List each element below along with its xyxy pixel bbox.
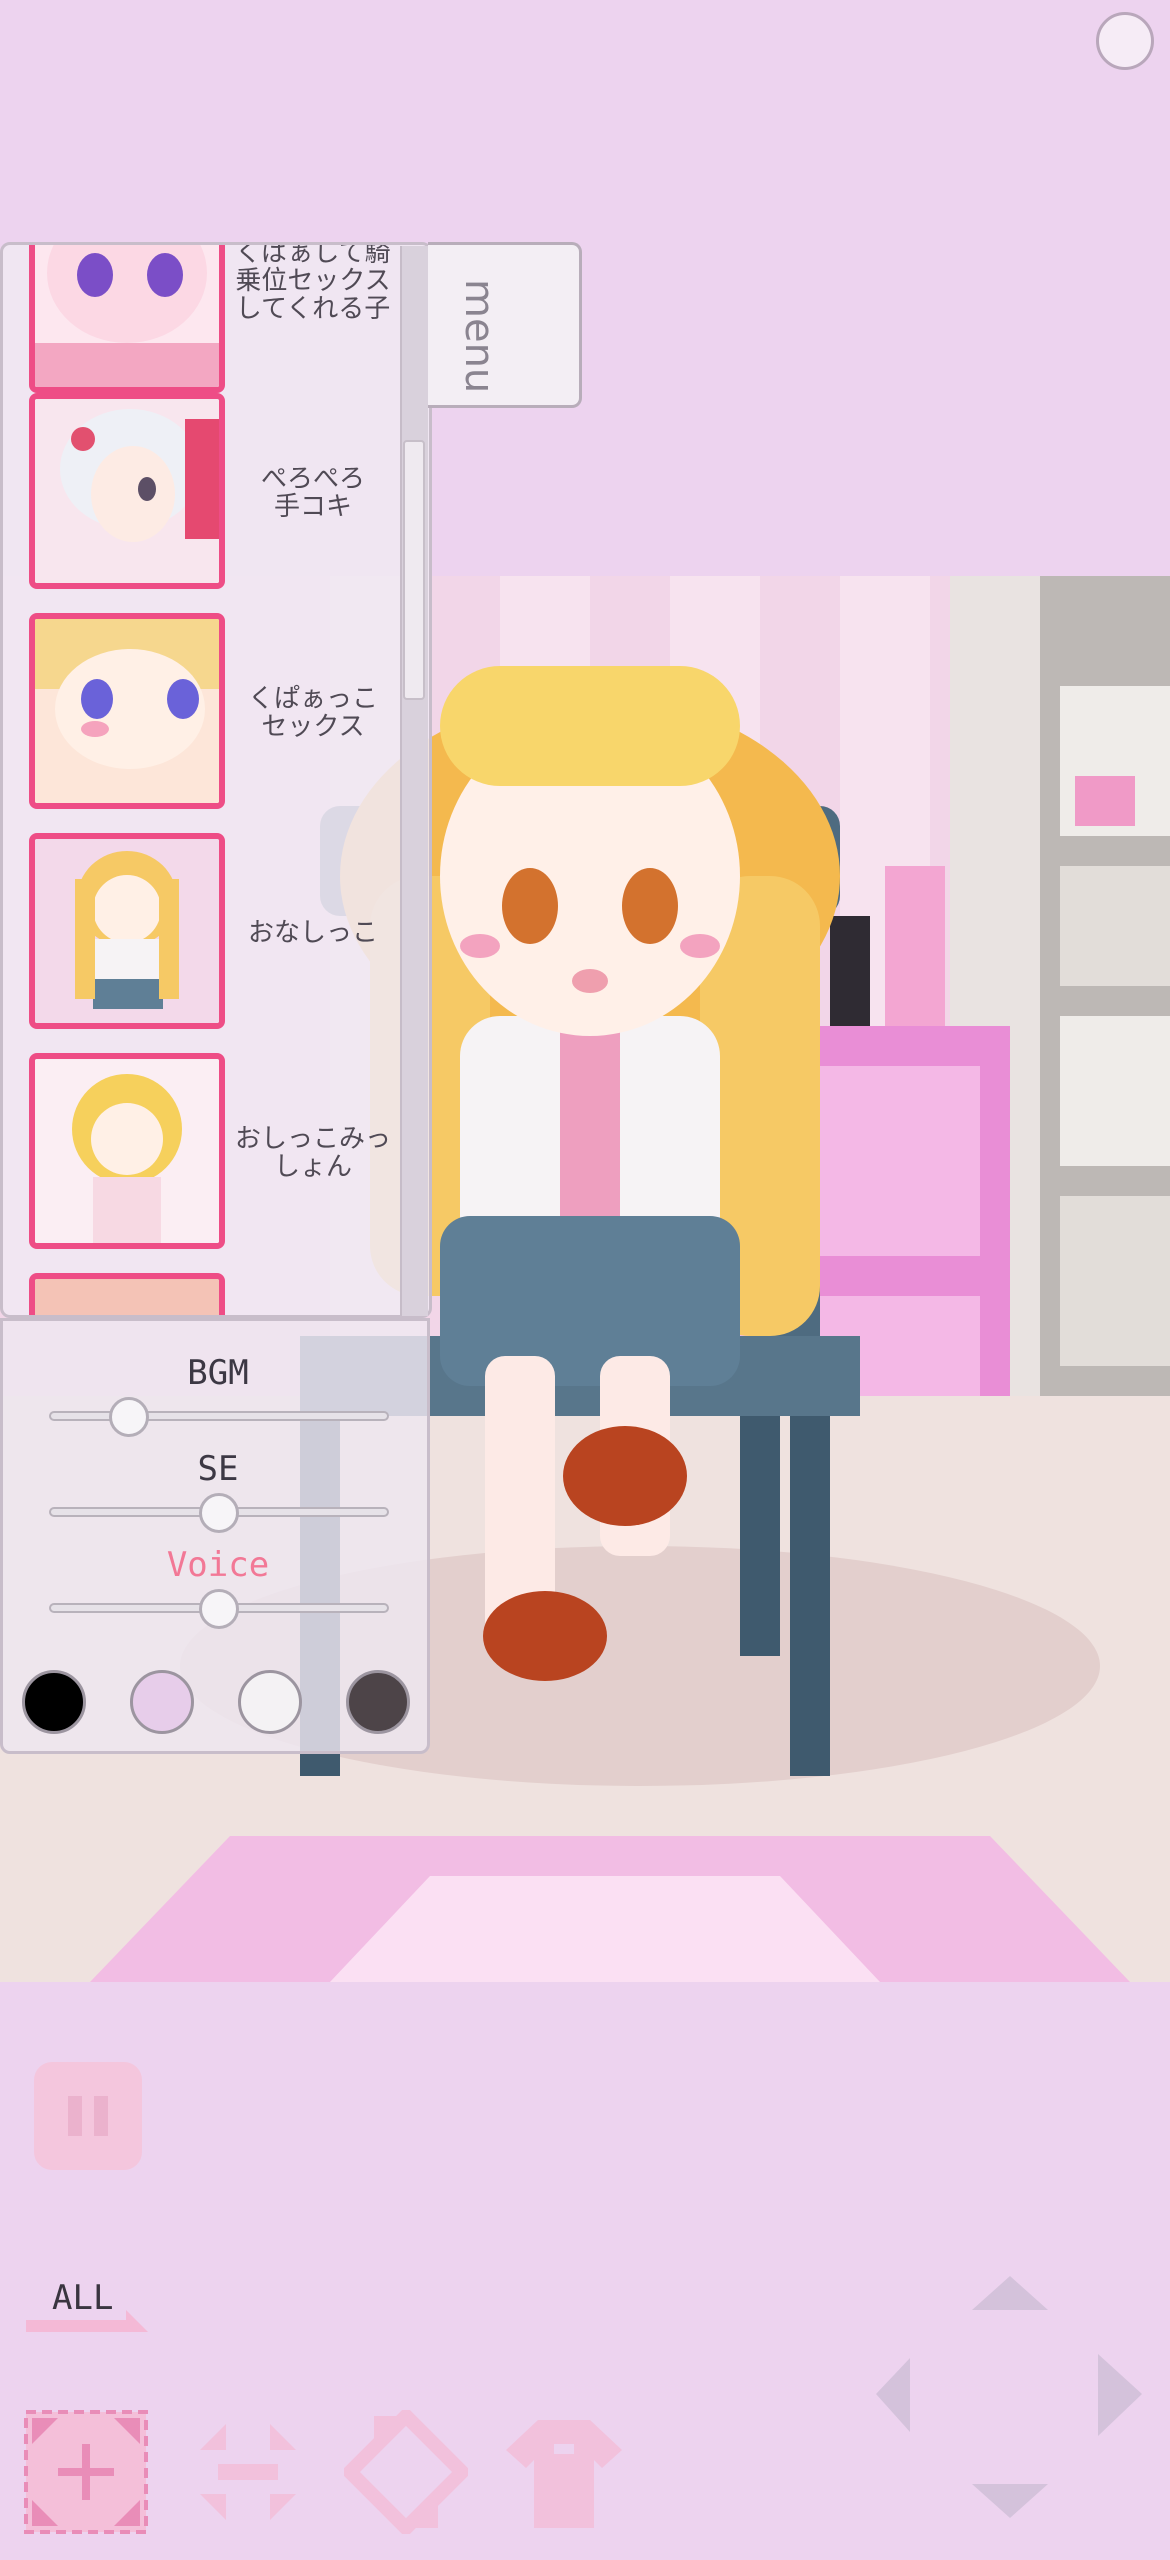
character-thumb-purple-eyes-icon [35, 245, 219, 387]
voice-label: Voice [166, 1545, 270, 1585]
pause-icon [68, 2096, 82, 2136]
arrow-right-icon[interactable] [1098, 2354, 1142, 2436]
character-thumb-blonde-sitting-icon [35, 839, 219, 1023]
scene-label-5[interactable]: おしっこみっ しょん [231, 1125, 395, 1181]
scene-label-2[interactable]: ぺろぺろ 手コキ [231, 465, 395, 521]
se-slider-knob[interactable] [199, 1493, 239, 1533]
rotate-icon [340, 2406, 472, 2538]
character-thumb-blonde-closeup-icon [35, 619, 219, 803]
character-thumb-partial-icon [35, 1279, 219, 1315]
dpad [876, 2276, 1142, 2518]
all-button-label: ALL [52, 2278, 114, 2318]
arrow-up-icon[interactable] [972, 2276, 1048, 2310]
shrink-button[interactable] [186, 2410, 310, 2534]
bgm-slider-knob[interactable] [109, 1397, 149, 1437]
se-label: SE [197, 1449, 239, 1489]
menu-tab-label: menu [456, 279, 502, 394]
bg-color-white-swatch[interactable] [238, 1670, 302, 1734]
list-scrollbar-thumb[interactable] [403, 440, 425, 700]
bg-color-dark-swatch[interactable] [346, 1670, 410, 1734]
pause-button[interactable] [34, 2062, 142, 2170]
scene-list-panel[interactable]: くぱぁして騎 乗位セックス してくれる子 ぺろぺろ 手コキ くぱぁっこ セックス [0, 242, 432, 1318]
menu-tab-button[interactable]: menu [428, 242, 582, 408]
bgm-label: BGM [187, 1353, 249, 1393]
shrink-icon [200, 2424, 296, 2520]
scene-label-4[interactable]: おなしっこ [231, 919, 395, 947]
arrow-left-icon[interactable] [876, 2358, 910, 2432]
outfit-button[interactable] [502, 2410, 626, 2534]
bg-color-black-swatch[interactable] [22, 1670, 86, 1734]
bgm-slider-track[interactable] [49, 1411, 389, 1421]
scene-thumb-4[interactable] [29, 833, 225, 1029]
scene-thumb-3[interactable] [29, 613, 225, 809]
all-button[interactable]: ALL [22, 2270, 152, 2340]
character-thumb-blonde-standing-icon [35, 1059, 219, 1243]
settings-circle-button[interactable] [1096, 12, 1154, 70]
zoom-in-button[interactable] [24, 2410, 148, 2534]
scene-thumb-5[interactable] [29, 1053, 225, 1249]
outfit-icon [506, 2420, 622, 2528]
voice-slider-knob[interactable] [199, 1589, 239, 1629]
scene-thumb-2[interactable] [29, 393, 225, 589]
zoom-in-icon [24, 2410, 148, 2534]
character-thumb-white-hair-icon [35, 399, 219, 583]
scene-label-1[interactable]: くぱぁして騎 乗位セックス してくれる子 [231, 245, 395, 323]
list-scrollbar[interactable] [400, 246, 428, 1316]
bg-color-lavender-swatch[interactable] [130, 1670, 194, 1734]
scene-label-3[interactable]: くぱぁっこ セックス [231, 685, 395, 741]
arrow-down-icon[interactable] [972, 2484, 1048, 2518]
scene-thumb-6[interactable] [29, 1273, 225, 1315]
scene-thumb-1[interactable] [29, 245, 225, 393]
rotate-button[interactable] [340, 2406, 472, 2538]
